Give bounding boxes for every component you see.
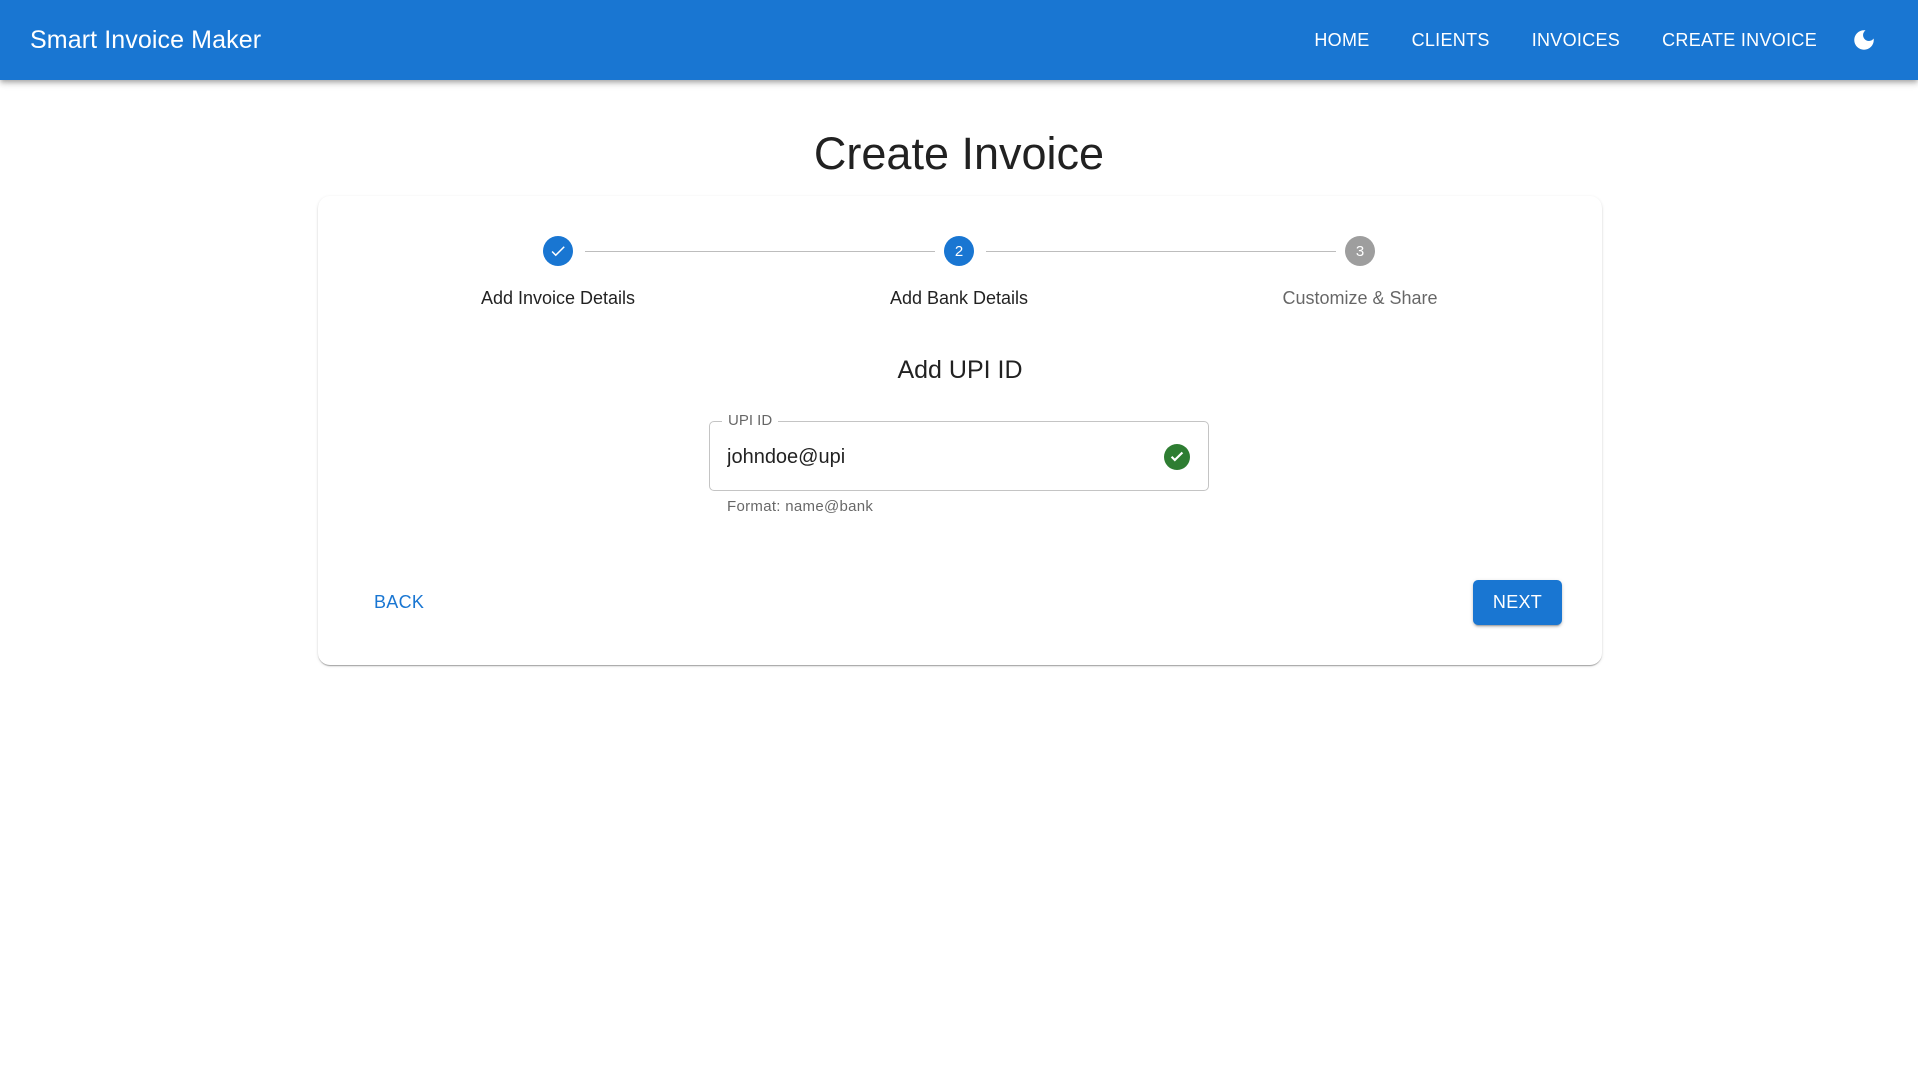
step-completed-indicator xyxy=(543,236,573,266)
back-button[interactable]: BACK xyxy=(354,580,444,624)
step-active-indicator: 2 xyxy=(944,236,974,266)
page-title: Create Invoice xyxy=(813,128,1105,179)
moon-icon xyxy=(1854,30,1874,50)
create-invoice-card: Add Invoice Details 2 Add Bank Details 3… xyxy=(318,196,1602,665)
step-label: Add Invoice Details xyxy=(480,288,636,308)
check-icon xyxy=(551,246,565,257)
upi-id-label: UPI ID xyxy=(722,412,779,429)
stepper-connector xyxy=(585,251,935,252)
check-circle-icon xyxy=(1164,444,1190,470)
upi-id-helper-text: Format: name@bank xyxy=(727,498,874,515)
upi-id-input[interactable] xyxy=(727,442,1147,472)
step-label: Add Bank Details xyxy=(889,288,1029,308)
app-bar: Smart Invoice Maker HOME CLIENTS INVOICE… xyxy=(0,0,1918,80)
nav-invoices[interactable]: INVOICES xyxy=(1511,20,1641,61)
nav-create-invoice[interactable]: CREATE INVOICE xyxy=(1641,20,1838,61)
nav-clients[interactable]: CLIENTS xyxy=(1391,20,1511,61)
next-button[interactable]: NEXT xyxy=(1473,580,1562,625)
top-nav: HOME CLIENTS INVOICES CREATE INVOICE xyxy=(1293,0,1888,80)
section-title: Add UPI ID xyxy=(897,356,1023,384)
theme-toggle-button[interactable] xyxy=(1840,16,1888,64)
upi-id-field: UPI ID xyxy=(709,412,1209,491)
stepper-connector xyxy=(986,251,1336,252)
nav-home[interactable]: HOME xyxy=(1293,20,1390,61)
app-title[interactable]: Smart Invoice Maker xyxy=(30,0,261,80)
step-label: Customize & Share xyxy=(1282,288,1438,308)
step-pending-indicator: 3 xyxy=(1345,236,1375,266)
